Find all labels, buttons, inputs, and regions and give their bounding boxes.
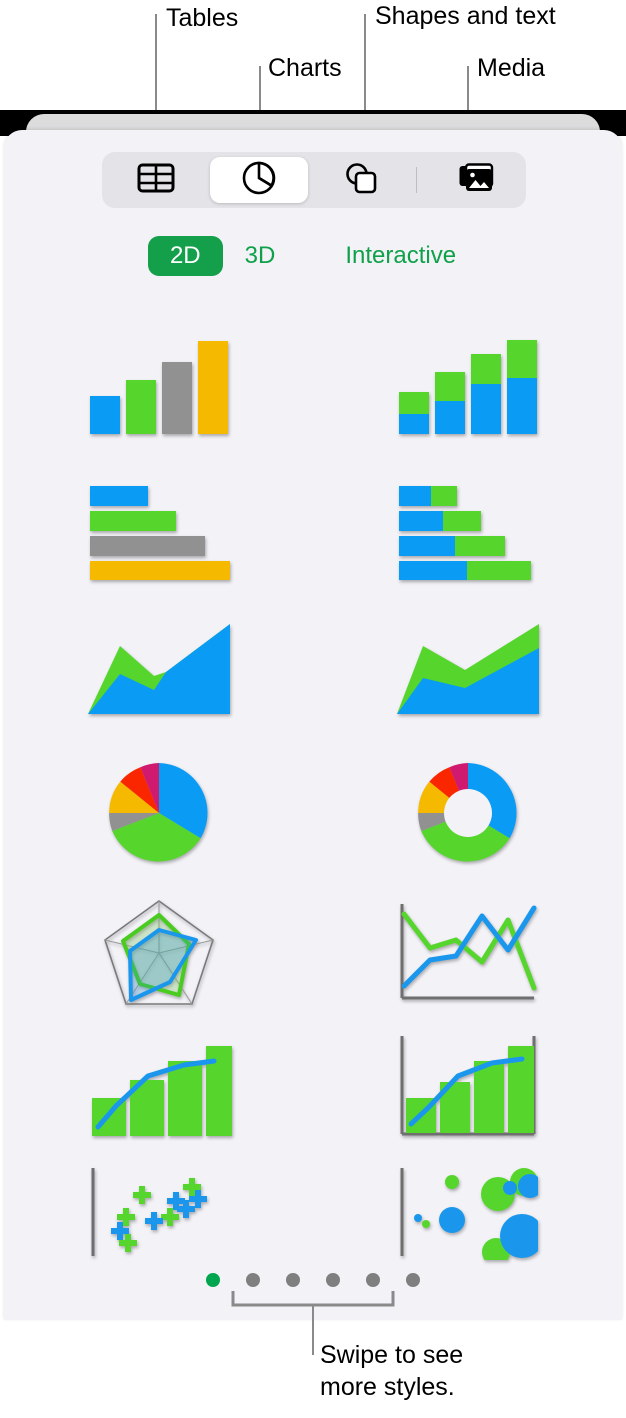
chart-style-line[interactable] (313, 886, 622, 1020)
callout-charts-label: Charts (268, 54, 342, 82)
chart-style-area[interactable] (4, 600, 313, 740)
chart-style-stacked-area[interactable] (313, 600, 622, 740)
chart-grid-row (4, 600, 622, 740)
line-chart-thumb (400, 904, 536, 1000)
table-icon (137, 162, 175, 199)
media-icon (458, 162, 496, 199)
chart-grid-row (4, 460, 622, 600)
swipe-caption: Swipe to see more styles. (320, 1340, 463, 1403)
chart-style-bar[interactable] (4, 460, 313, 600)
pie-chart-icon (241, 160, 277, 201)
donut-chart-thumb (417, 763, 516, 862)
tab-interactive[interactable]: Interactive (323, 236, 478, 276)
toolbar-item-media[interactable] (428, 157, 526, 203)
bar-chart-thumb (89, 486, 230, 580)
toolbar-divider (416, 167, 418, 193)
radar-chart-thumb (103, 900, 214, 1005)
chart-style-grid (4, 300, 622, 1270)
chart-style-stacked-column[interactable] (313, 300, 622, 460)
stacked-bar-chart-thumb (398, 486, 531, 580)
insert-toolbar (102, 152, 526, 208)
toolbar-item-charts[interactable] (209, 157, 308, 203)
tab-2d[interactable]: 2D (147, 236, 223, 276)
chart-grid-row (4, 1020, 622, 1154)
two-axis-chart-thumb (400, 1036, 535, 1136)
chart-grid-row (4, 886, 622, 1020)
toolbar-item-shapes-and-text[interactable] (313, 157, 411, 203)
swipe-callout-bracket (231, 1291, 395, 1355)
pie-chart-thumb (108, 763, 207, 862)
column-chart-thumb (89, 341, 228, 434)
chart-style-mixed[interactable] (4, 1020, 313, 1154)
callout-shapes-label: Shapes and text (375, 2, 556, 30)
chart-style-radar[interactable] (4, 886, 313, 1020)
mixed-chart-thumb (91, 1046, 232, 1136)
chart-style-column[interactable] (4, 300, 313, 460)
chart-style-donut[interactable] (313, 740, 622, 886)
shapes-icon (343, 161, 379, 200)
toolbar-item-tables[interactable] (107, 157, 205, 203)
chart-grid-row (4, 1154, 622, 1270)
chart-style-pie[interactable] (4, 740, 313, 886)
callout-tables-label: Tables (166, 4, 239, 32)
callout-media-label: Media (477, 54, 546, 82)
swipe-caption-line1: Swipe to see (320, 1341, 464, 1369)
chart-style-scatter[interactable] (4, 1154, 313, 1270)
chart-style-bubble[interactable] (313, 1154, 622, 1270)
chart-grid-row (4, 740, 622, 886)
tab-3d[interactable]: 3D (223, 236, 298, 276)
bubble-chart-thumb (400, 1168, 538, 1260)
chart-grid-row (4, 300, 622, 460)
chart-style-stacked-bar[interactable] (313, 460, 622, 600)
insert-popover-panel: 2D 3D Interactive (4, 130, 622, 1320)
stacked-column-chart-thumb (398, 340, 537, 434)
swipe-caption-line2: more styles. (320, 1372, 455, 1401)
chart-style-two-axis[interactable] (313, 1020, 622, 1154)
stacked-area-chart-thumb (396, 624, 539, 714)
screenshot-root: Tables Charts Shapes and text Media 2D 3… (0, 0, 626, 1418)
area-chart-thumb (87, 624, 230, 714)
scatter-chart-thumb (91, 1168, 207, 1256)
chart-dimension-tabs: 2D 3D Interactive (4, 236, 622, 276)
